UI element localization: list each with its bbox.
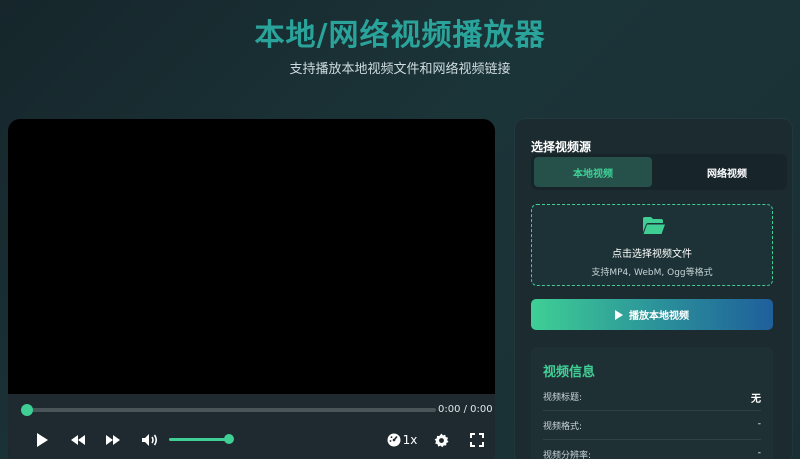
info-value: - (757, 419, 761, 429)
folder-open-icon (643, 217, 665, 234)
volume-icon (142, 434, 158, 446)
speed-icon (387, 433, 401, 447)
info-key: 视频分辨率: (543, 451, 592, 459)
volume-slider[interactable] (169, 438, 229, 441)
dropzone-text: 点击选择视频文件 (612, 249, 692, 260)
fast-forward-icon (106, 435, 120, 445)
play-icon (37, 433, 48, 447)
info-key: 视频格式: (543, 422, 583, 432)
play-local-video-button[interactable]: 播放本地视频 (531, 299, 773, 330)
source-panel-title: 选择视频源 (531, 140, 592, 154)
info-row-title: 视频标题: 无 (543, 382, 761, 411)
progress-bar[interactable] (26, 408, 436, 412)
file-dropzone[interactable]: 点击选择视频文件 支持MP4, WebM, Ogg等格式 (531, 204, 773, 286)
fullscreen-button[interactable] (465, 430, 489, 450)
info-row-format: 视频格式: - (543, 411, 761, 440)
fullscreen-icon (470, 433, 484, 447)
dropzone-hint: 支持MP4, WebM, Ogg等格式 (591, 268, 713, 278)
rewind-button[interactable] (66, 430, 90, 450)
progress-handle[interactable] (21, 404, 33, 416)
time-display: 0:00 / 0:00 (438, 404, 493, 415)
fast-forward-button[interactable] (101, 430, 125, 450)
play-local-video-label: 播放本地视频 (629, 311, 689, 322)
info-value: 无 (751, 394, 761, 405)
page-title: 本地/网络视频播放器 (254, 18, 546, 53)
video-info-title: 视频信息 (543, 365, 596, 380)
info-row-resolution: 视频分辨率: - (543, 440, 761, 459)
tab-network-video[interactable]: 网络视频 (668, 157, 786, 187)
video-info-card: 视频信息 视频标题: 无 视频格式: - 视频分辨率: - (531, 347, 773, 459)
speed-label: 1x (402, 433, 418, 447)
tab-local-video[interactable]: 本地视频 (534, 157, 652, 187)
settings-button[interactable] (429, 430, 453, 450)
source-panel: 选择视频源 本地视频 网络视频 点击选择视频文件 支持MP4, WebM, Og… (515, 119, 792, 459)
video-player[interactable]: 0:00 / 0:00 1x (8, 119, 495, 459)
speed-button[interactable]: 1x (382, 430, 422, 450)
page-subtitle: 支持播放本地视频文件和网络视频链接 (289, 62, 511, 77)
settings-icon (434, 432, 449, 447)
volume-handle[interactable] (224, 434, 234, 444)
info-value: - (757, 448, 761, 458)
play-icon (615, 309, 623, 320)
source-tabs: 本地视频 网络视频 (531, 154, 787, 190)
volume-button[interactable] (138, 430, 162, 450)
info-key: 视频标题: (543, 393, 583, 403)
player-controls: 0:00 / 0:00 1x (8, 394, 495, 459)
rewind-icon (71, 435, 85, 445)
play-button[interactable] (30, 430, 54, 450)
